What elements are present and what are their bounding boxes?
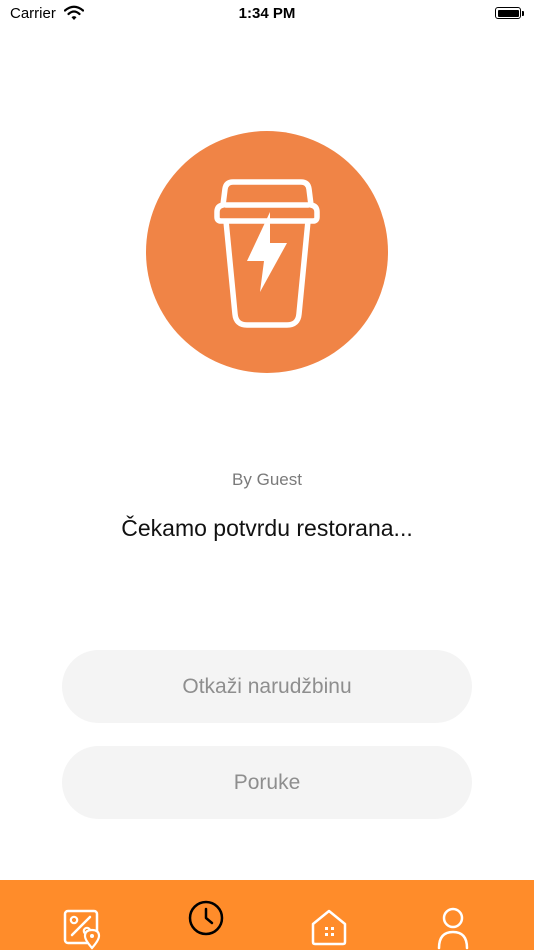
tab-order-history[interactable] (176, 880, 236, 950)
coffee-cup-lightning-icon (214, 179, 320, 328)
map-discount-icon (63, 909, 101, 950)
tab-profile[interactable] (423, 880, 483, 950)
tab-home[interactable] (300, 880, 360, 950)
order-author: By Guest (232, 470, 302, 489)
user-icon (437, 907, 469, 950)
battery-icon (495, 7, 521, 19)
cancel-order-button[interactable]: Otkaži narudžbinu (62, 650, 472, 723)
messages-button[interactable]: Poruke (62, 746, 472, 819)
tab-bar (0, 880, 534, 950)
clock-time: 1:34 PM (238, 5, 296, 22)
tab-map-discount[interactable] (52, 880, 112, 950)
status-bar: Carrier 1:34 PM (0, 0, 534, 30)
order-status-circle (146, 131, 388, 373)
order-status-message: Čekamo potvrdu restorana... (121, 515, 413, 541)
home-icon (311, 909, 347, 946)
battery-cap (522, 11, 524, 16)
clock-icon (188, 900, 224, 936)
